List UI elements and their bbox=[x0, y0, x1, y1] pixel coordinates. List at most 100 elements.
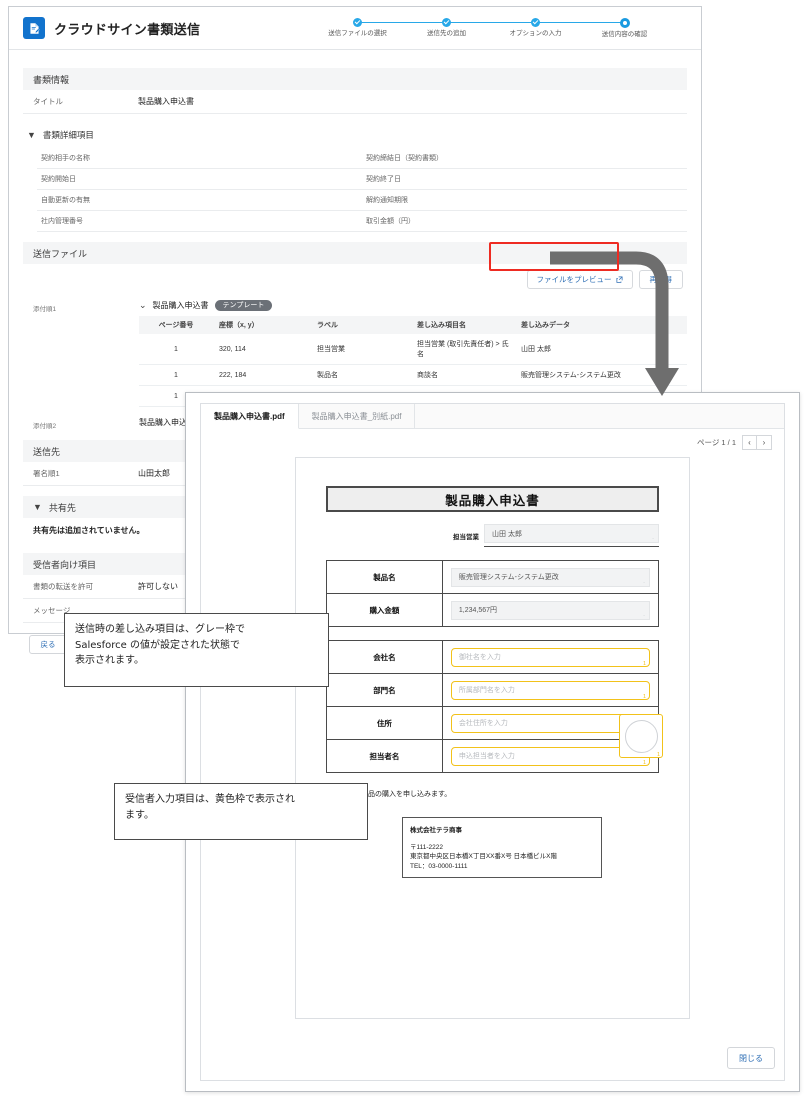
callout-arrow bbox=[550, 251, 679, 396]
cell-field: 所属部門名を入力 1 bbox=[441, 673, 660, 707]
merged-field-sales-rep: 山田 太郎 · bbox=[484, 524, 659, 543]
field-label: 契約終了日 bbox=[366, 176, 401, 183]
table-row: 社内管理番号 bbox=[37, 211, 362, 232]
cell-page: 1 bbox=[139, 334, 213, 365]
signing-order-value: 山田太郎 bbox=[138, 469, 170, 478]
merged-field-amount: 1,234,567円 · bbox=[450, 600, 650, 620]
step-label: オプションの入力 bbox=[509, 29, 562, 37]
merged-value: 1,234,567円 bbox=[458, 607, 498, 614]
input-fields-doc-table: 会社名 御社名を入力 1 部門名 所属部門名を入力 1 住所 会社住所を入力 担… bbox=[326, 640, 660, 773]
col-coords: 座標（x, y） bbox=[213, 316, 311, 334]
document-title: 製品購入申込書 bbox=[326, 486, 659, 512]
merged-fields-doc-table: 製品名 販売管理システム-システム更改 · 購入金額 1,234,567円 · bbox=[326, 560, 660, 627]
cell-label: 住所 bbox=[326, 706, 443, 740]
attachment-order-label: 添付順1 bbox=[33, 306, 57, 313]
step-select-files[interactable]: 送信ファイルの選択 bbox=[313, 17, 447, 38]
stamp-field[interactable]: 1 bbox=[619, 714, 663, 758]
preview-inner-panel: 製品購入申込書.pdf 製品購入申込書_別紙.pdf ページ 1 / 1 ‹ ›… bbox=[200, 403, 785, 1081]
cell-coords: 320, 114 bbox=[213, 334, 311, 365]
table-row: 自動更新の有無 bbox=[37, 190, 362, 211]
doc-details-grid: 契約相手の名称 契約開始日 自動更新の有無 社内管理番号 契約締結日（契約書類）… bbox=[23, 148, 687, 232]
chevron-down-icon[interactable]: ▼ bbox=[33, 502, 42, 512]
field-marker: · bbox=[643, 612, 645, 619]
table-row: 解約通知期限 bbox=[362, 190, 687, 211]
step-label: 送信内容の確認 bbox=[601, 30, 648, 38]
field-marker: 1 bbox=[642, 660, 646, 667]
doc-details-left-column: 契約相手の名称 契約開始日 自動更新の有無 社内管理番号 bbox=[37, 148, 362, 232]
cell-label: 製品名 bbox=[311, 364, 411, 386]
chevron-down-icon: ⌄ bbox=[139, 300, 147, 310]
table-row: 担当者名 申込担当者を入力 1 bbox=[326, 739, 660, 773]
field-marker: · bbox=[652, 536, 654, 542]
close-button[interactable]: 閉じる bbox=[727, 1047, 775, 1069]
field-marker: 1 bbox=[642, 693, 646, 700]
field-label: 契約開始日 bbox=[41, 176, 76, 183]
field-label: 自動更新の有無 bbox=[41, 197, 90, 204]
field-marker: 1 bbox=[642, 759, 646, 766]
chevron-right-icon[interactable]: › bbox=[757, 435, 772, 450]
field-marker: · bbox=[643, 579, 645, 586]
col-field: 差し込み項目名 bbox=[411, 316, 515, 334]
forward-permission-label: 書類の転送を許可 bbox=[33, 582, 93, 591]
step-label: 送信ファイルの選択 bbox=[328, 29, 387, 37]
table-row: 住所 会社住所を入力 1 bbox=[326, 706, 660, 740]
postal-code: 〒111-2222 bbox=[410, 844, 444, 851]
cell-coords: 222, 184 bbox=[213, 364, 311, 386]
input-field-company[interactable]: 御社名を入力 1 bbox=[450, 647, 650, 667]
table-row: 契約締結日（契約書類） bbox=[362, 148, 687, 169]
back-button[interactable]: 戻る bbox=[29, 635, 67, 654]
cell-label: 担当者名 bbox=[326, 739, 443, 773]
doc-details-title: 書類詳細項目 bbox=[42, 130, 94, 140]
stamp-circle-icon bbox=[624, 719, 658, 753]
cell-label: 購入金額 bbox=[326, 593, 443, 627]
merged-value: 山田 太郎 bbox=[492, 530, 522, 538]
field-label: 取引金額（円） bbox=[366, 218, 415, 225]
attachment-file-name: 製品購入申込書 bbox=[152, 301, 209, 310]
street-address: 東京都中央区日本橋X丁目XX番X号 日本橋ビルX階 bbox=[410, 853, 557, 861]
table-row: 契約終了日 bbox=[362, 169, 687, 190]
step-current-icon bbox=[619, 17, 630, 28]
cell-field: 商談名 bbox=[411, 364, 515, 386]
input-placeholder: 会社住所を入力 bbox=[458, 720, 508, 727]
shared-title: 共有先 bbox=[48, 502, 76, 513]
forward-permission-value: 許可しない bbox=[138, 582, 178, 591]
field-label: 社内管理番号 bbox=[41, 218, 83, 225]
callout-note-input-fields: 受信者入力項目は、黄色枠で表示され ます。 bbox=[114, 783, 368, 840]
telephone: TEL：03-0000-1111 bbox=[410, 862, 468, 870]
field-label: 契約相手の名称 bbox=[41, 155, 90, 162]
field-marker: 1 bbox=[656, 752, 660, 758]
page-title: クラウドサイン書類送信 bbox=[54, 21, 201, 37]
col-page: ページ番号 bbox=[139, 316, 213, 334]
input-field-department[interactable]: 所属部門名を入力 1 bbox=[450, 680, 650, 700]
chevron-down-icon: ▼ bbox=[27, 129, 36, 140]
title-value: 製品購入申込書 bbox=[138, 97, 194, 106]
cell-page: 1 bbox=[139, 364, 213, 386]
chevron-left-icon[interactable]: ‹ bbox=[742, 435, 757, 450]
table-row: 契約開始日 bbox=[37, 169, 362, 190]
cell-label: 部門名 bbox=[326, 673, 443, 707]
cell-field: 1,234,567円 · bbox=[441, 593, 660, 627]
step-done-icon bbox=[531, 17, 540, 27]
step-options[interactable]: オプションの入力 bbox=[491, 17, 625, 38]
step-connector bbox=[357, 21, 447, 24]
step-connector bbox=[535, 21, 625, 24]
collapse-doc-details[interactable]: ▼ 書類詳細項目 bbox=[23, 122, 687, 148]
file-preview-modal: 製品購入申込書.pdf 製品購入申込書_別紙.pdf ページ 1 / 1 ‹ ›… bbox=[185, 392, 800, 1092]
tab-file-2[interactable]: 製品購入申込書_別紙.pdf bbox=[299, 404, 416, 428]
input-placeholder: 申込担当者を入力 bbox=[458, 753, 515, 760]
document-page: 製品購入申込書 担当営業 山田 太郎 · 製品名 販売管理システム-システム更改… bbox=[295, 457, 690, 1019]
cell-field: 担当営業 (取引先責任者) > 氏名 bbox=[411, 334, 515, 365]
sales-rep-label: 担当営業 bbox=[453, 533, 479, 541]
cell-field: 御社名を入力 1 bbox=[441, 640, 660, 674]
step-done-icon bbox=[442, 17, 451, 27]
tab-file-1[interactable]: 製品購入申込書.pdf bbox=[201, 404, 299, 429]
address-block: 株式会社テラ商事 〒111-2222 東京都中央区日本橋X丁目XX番X号 日本橋… bbox=[402, 817, 602, 879]
title-label: タイトル bbox=[33, 97, 63, 106]
sales-rep-row: 担当営業 山田 太郎 · bbox=[326, 524, 659, 547]
progress-stepper: 送信ファイルの選択 送信先の追加 オプションの入力 送信内容の確認 bbox=[313, 17, 687, 39]
step-connector bbox=[446, 21, 536, 24]
step-add-recipients[interactable]: 送信先の追加 bbox=[402, 17, 536, 38]
row-title: タイトル 製品購入申込書 bbox=[23, 90, 687, 114]
section-header-doc-info: 書類情報 bbox=[23, 68, 687, 90]
preview-canvas: 製品購入申込書 担当営業 山田 太郎 · 製品名 販売管理システム-システム更改… bbox=[201, 454, 784, 1080]
